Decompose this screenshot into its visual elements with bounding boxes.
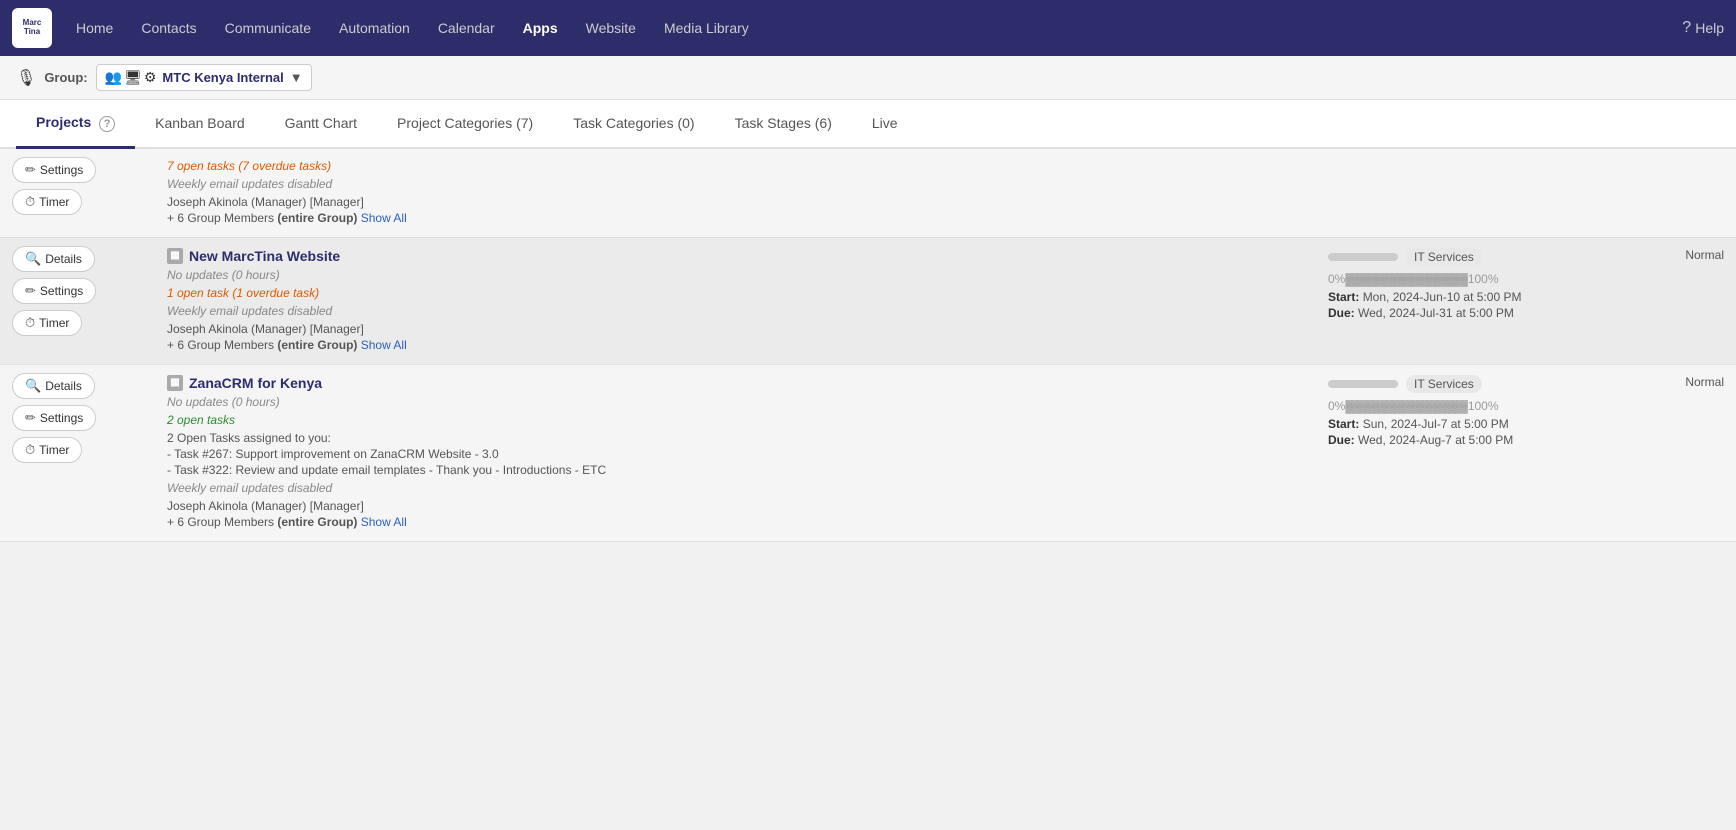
timer-button-0[interactable]: ⏱ Timer	[12, 310, 82, 336]
members-0: + 6 Group Members (entire Group) Show Al…	[167, 338, 1304, 352]
settings-button-0[interactable]: ✏ Settings	[12, 278, 96, 304]
tasks-open-1: 2 open tasks	[167, 413, 1304, 427]
project-icon-1: ▦	[167, 375, 183, 391]
start-date-0: Start: Mon, 2024-Jun-10 at 5:00 PM	[1328, 290, 1644, 304]
email-updates-0: Weekly email updates disabled	[167, 304, 1304, 318]
progress-bar-1	[1328, 380, 1398, 388]
details-icon-1: 🔍	[25, 378, 41, 394]
tab-project-categories[interactable]: Project Categories (7)	[377, 101, 553, 148]
project-priority-partial	[1656, 149, 1736, 237]
timer-button-partial[interactable]: ⏱ Timer	[12, 189, 82, 215]
tab-task-categories[interactable]: Task Categories (0)	[553, 101, 714, 148]
due-date-1: Due: Wed, 2024-Aug-7 at 5:00 PM	[1328, 433, 1644, 447]
email-updates-partial: Weekly email updates disabled	[167, 177, 1304, 191]
project-body-0: ▦ New MarcTina Website No updates (0 hou…	[155, 238, 1316, 364]
show-all-link-0[interactable]: Show All	[361, 338, 407, 352]
sub-navigation: Projects ? Kanban Board Gantt Chart Proj…	[0, 100, 1736, 149]
project-body-partial: 7 open tasks (7 overdue tasks) Weekly em…	[155, 149, 1316, 237]
progress-label-0: 0%▓▓▓▓▓▓▓▓▓▓▓▓▓▓100%	[1328, 272, 1644, 286]
app-logo[interactable]: Marc Tina	[12, 8, 52, 48]
project-priority-1: Normal	[1656, 365, 1736, 541]
manager-1: Joseph Akinola (Manager) [Manager]	[167, 499, 1304, 513]
tab-gantt-chart[interactable]: Gantt Chart	[265, 101, 377, 148]
settings-icon: ✏	[25, 162, 36, 178]
members-1: + 6 Group Members (entire Group) Show Al…	[167, 515, 1304, 529]
nav-communicate[interactable]: Communicate	[213, 14, 323, 42]
project-meta-partial	[1316, 149, 1656, 237]
email-updates-1: Weekly email updates disabled	[167, 481, 1304, 495]
table-row: ✏ Settings ⏱ Timer 7 open tasks (7 overd…	[0, 149, 1736, 238]
project-actions-partial: ✏ Settings ⏱ Timer	[0, 149, 155, 237]
timer-icon-0: ⏱	[25, 315, 35, 331]
project-actions-0: 🔍 Details ✏ Settings ⏱ Timer	[0, 238, 155, 364]
timer-button-1[interactable]: ⏱ Timer	[12, 437, 82, 463]
project-body-1: ▦ ZanaCRM for Kenya No updates (0 hours)…	[155, 365, 1316, 541]
due-date-0: Due: Wed, 2024-Jul-31 at 5:00 PM	[1328, 306, 1644, 320]
progress-row-1: IT Services	[1328, 375, 1644, 393]
tab-task-stages[interactable]: Task Stages (6)	[715, 101, 852, 148]
table-row: 🔍 Details ✏ Settings ⏱ Timer ▦ New MarcT…	[0, 238, 1736, 365]
open-tasks-header-1: 2 Open Tasks assigned to you:	[167, 431, 1304, 445]
category-badge-0: IT Services	[1406, 248, 1482, 266]
projects-help-icon[interactable]: ?	[99, 116, 115, 132]
project-icon-0: ▦	[167, 248, 183, 264]
help-button[interactable]: ? Help	[1682, 19, 1724, 37]
nav-media-library[interactable]: Media Library	[652, 14, 761, 42]
nav-contacts[interactable]: Contacts	[129, 14, 208, 42]
updates-text-1: No updates (0 hours)	[167, 395, 1304, 409]
main-content: ✏ Settings ⏱ Timer 7 open tasks (7 overd…	[0, 149, 1736, 829]
nav-website[interactable]: Website	[574, 14, 648, 42]
tab-kanban-board[interactable]: Kanban Board	[135, 101, 265, 148]
table-row: 🔍 Details ✏ Settings ⏱ Timer ▦ ZanaCRM f…	[0, 365, 1736, 542]
timer-icon-1: ⏱	[25, 442, 35, 458]
settings-icon-0: ✏	[25, 283, 36, 299]
group-selector[interactable]: 👥 🖥 ⚙ MTC Kenya Internal ▼	[96, 64, 312, 91]
task-item-1: - Task #322: Review and update email tem…	[167, 463, 1304, 477]
tab-live[interactable]: Live	[852, 101, 918, 148]
members-partial: + 6 Group Members (entire Group) Show Al…	[167, 211, 1304, 225]
progress-bar-0	[1328, 253, 1398, 261]
task-item-0: - Task #267: Support improvement on Zana…	[167, 447, 1304, 461]
details-button-0[interactable]: 🔍 Details	[12, 246, 95, 272]
group-label: Group:	[44, 70, 87, 85]
nav-apps[interactable]: Apps	[511, 14, 570, 42]
project-title-1[interactable]: ▦ ZanaCRM for Kenya	[167, 375, 1304, 391]
tab-projects[interactable]: Projects ?	[16, 100, 135, 149]
timer-icon: ⏱	[25, 194, 35, 210]
category-badge-1: IT Services	[1406, 375, 1482, 393]
nav-home[interactable]: Home	[64, 14, 125, 42]
project-priority-0: Normal	[1656, 238, 1736, 364]
tasks-open-0: 1 open task (1 overdue task)	[167, 286, 1304, 300]
group-icons: 👥 🖥 ⚙	[105, 69, 157, 86]
manager-0: Joseph Akinola (Manager) [Manager]	[167, 322, 1304, 336]
settings-icon-1: ✏	[25, 410, 36, 426]
project-meta-0: IT Services 0%▓▓▓▓▓▓▓▓▓▓▓▓▓▓100% Start: …	[1316, 238, 1656, 364]
show-all-link-1[interactable]: Show All	[361, 515, 407, 529]
settings-button-1[interactable]: ✏ Settings	[12, 405, 96, 431]
progress-label-1: 0%▓▓▓▓▓▓▓▓▓▓▓▓▓▓100%	[1328, 399, 1644, 413]
top-navigation: Marc Tina Home Contacts Communicate Auto…	[0, 0, 1736, 56]
details-button-1[interactable]: 🔍 Details	[12, 373, 95, 399]
details-icon-0: 🔍	[25, 251, 41, 267]
nav-automation[interactable]: Automation	[327, 14, 422, 42]
updates-text-0: No updates (0 hours)	[167, 268, 1304, 282]
start-date-1: Start: Sun, 2024-Jul-7 at 5:00 PM	[1328, 417, 1644, 431]
settings-button-partial[interactable]: ✏ Settings	[12, 157, 96, 183]
nav-calendar[interactable]: Calendar	[426, 14, 507, 42]
group-bar: 🎙 Group: 👥 🖥 ⚙ MTC Kenya Internal ▼	[0, 56, 1736, 100]
project-actions-1: 🔍 Details ✏ Settings ⏱ Timer	[0, 365, 155, 541]
chevron-down-icon: ▼	[290, 70, 303, 85]
microphone-icon: 🎙	[16, 68, 36, 88]
tasks-open-partial: 7 open tasks (7 overdue tasks)	[167, 159, 1304, 173]
open-tasks-list-1: 2 Open Tasks assigned to you: - Task #26…	[167, 431, 1304, 477]
group-name: MTC Kenya Internal	[162, 70, 283, 85]
show-all-link-partial[interactable]: Show All	[361, 211, 407, 225]
progress-row-0: IT Services	[1328, 248, 1644, 266]
manager-partial: Joseph Akinola (Manager) [Manager]	[167, 195, 1304, 209]
project-title-0[interactable]: ▦ New MarcTina Website	[167, 248, 1304, 264]
project-meta-1: IT Services 0%▓▓▓▓▓▓▓▓▓▓▓▓▓▓100% Start: …	[1316, 365, 1656, 541]
